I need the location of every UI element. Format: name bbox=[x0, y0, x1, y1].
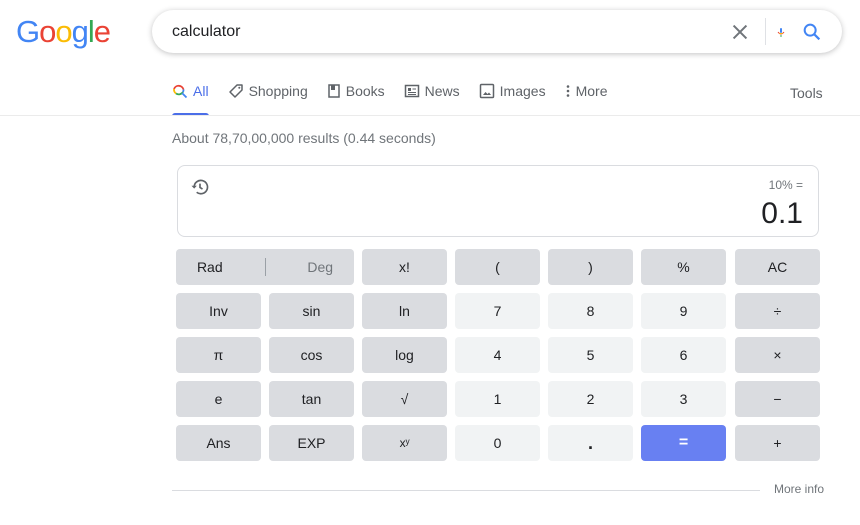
key-inverse[interactable]: Inv bbox=[176, 293, 261, 329]
search-icon bbox=[173, 84, 188, 99]
tab-label: News bbox=[424, 83, 460, 99]
key-8[interactable]: 8 bbox=[548, 293, 633, 329]
key-4[interactable]: 4 bbox=[455, 337, 540, 373]
key-sin[interactable]: sin bbox=[269, 293, 354, 329]
tab-label: Shopping bbox=[248, 83, 308, 99]
key-pi[interactable]: π bbox=[176, 337, 261, 373]
key-divide[interactable]: ÷ bbox=[735, 293, 820, 329]
tabs-divider bbox=[0, 115, 860, 116]
tab-label: All bbox=[193, 83, 209, 99]
key-add[interactable]: + bbox=[735, 425, 820, 461]
tools-button[interactable]: Tools bbox=[790, 82, 823, 104]
key-subtract[interactable]: − bbox=[735, 381, 820, 417]
key-9[interactable]: 9 bbox=[641, 293, 726, 329]
rad-deg-toggle[interactable]: Rad Deg bbox=[176, 249, 354, 285]
deg-button[interactable]: Deg bbox=[307, 259, 333, 275]
search-icon[interactable] bbox=[801, 21, 823, 43]
tab-images[interactable]: Images bbox=[479, 80, 546, 116]
key-5[interactable]: 5 bbox=[548, 337, 633, 373]
key-close-paren[interactable]: ) bbox=[548, 249, 633, 285]
key-power[interactable]: xʸ bbox=[362, 425, 447, 461]
key-cos[interactable]: cos bbox=[269, 337, 354, 373]
key-decimal[interactable]: . bbox=[548, 425, 633, 461]
key-7[interactable]: 7 bbox=[455, 293, 540, 329]
key-0[interactable]: 0 bbox=[455, 425, 540, 461]
tab-label: More bbox=[575, 83, 608, 99]
calculator-result: 0.1 bbox=[761, 197, 803, 230]
tab-label: Books bbox=[345, 83, 385, 99]
image-icon bbox=[479, 83, 494, 99]
search-box bbox=[152, 10, 842, 53]
rad-deg-separator bbox=[264, 258, 266, 276]
search-divider bbox=[765, 18, 766, 45]
calculator-expression: 10% = bbox=[768, 178, 803, 192]
book-icon bbox=[327, 84, 340, 98]
key-factorial[interactable]: x! bbox=[362, 249, 447, 285]
footer-divider bbox=[172, 490, 760, 491]
rad-button[interactable]: Rad bbox=[197, 259, 223, 275]
key-2[interactable]: 2 bbox=[548, 381, 633, 417]
logo-letter: G bbox=[16, 14, 40, 49]
tab-shopping[interactable]: Shopping bbox=[228, 80, 308, 116]
key-tan[interactable]: tan bbox=[269, 381, 354, 417]
key-ln[interactable]: ln bbox=[362, 293, 447, 329]
search-tabs: All Shopping Books News Images More bbox=[172, 80, 627, 116]
key-log[interactable]: log bbox=[362, 337, 447, 373]
logo-letter: g bbox=[71, 14, 89, 49]
key-3[interactable]: 3 bbox=[641, 381, 726, 417]
key-6[interactable]: 6 bbox=[641, 337, 726, 373]
tab-books[interactable]: Books bbox=[327, 80, 385, 116]
key-open-paren[interactable]: ( bbox=[455, 249, 540, 285]
more-vert-icon bbox=[566, 85, 569, 97]
key-e[interactable]: e bbox=[176, 381, 261, 417]
result-stats: About 78,70,00,000 results (0.44 seconds… bbox=[172, 130, 436, 146]
google-logo[interactable]: Google bbox=[16, 14, 111, 50]
key-multiply[interactable]: × bbox=[735, 337, 820, 373]
tab-all[interactable]: All bbox=[172, 80, 209, 116]
close-icon[interactable] bbox=[729, 21, 751, 43]
key-equals[interactable]: = bbox=[641, 425, 726, 461]
key-sqrt[interactable]: √ bbox=[362, 381, 447, 417]
tab-more[interactable]: More bbox=[565, 80, 608, 116]
logo-letter: e bbox=[93, 14, 111, 49]
history-icon[interactable] bbox=[190, 177, 210, 197]
key-percent[interactable]: % bbox=[641, 249, 726, 285]
tab-label: Images bbox=[499, 83, 546, 99]
search-input[interactable] bbox=[172, 10, 712, 53]
mic-icon[interactable] bbox=[775, 24, 787, 40]
tab-news[interactable]: News bbox=[404, 80, 460, 116]
more-info-link[interactable]: More info bbox=[774, 482, 824, 496]
key-exp[interactable]: EXP bbox=[269, 425, 354, 461]
key-all-clear[interactable]: AC bbox=[735, 249, 820, 285]
key-answer[interactable]: Ans bbox=[176, 425, 261, 461]
logo-letter: o bbox=[39, 14, 56, 49]
logo-letter: o bbox=[55, 14, 72, 49]
key-1[interactable]: 1 bbox=[455, 381, 540, 417]
calculator-display: 10% = 0.1 bbox=[177, 165, 819, 237]
tag-icon bbox=[228, 84, 243, 98]
news-icon bbox=[404, 84, 419, 98]
